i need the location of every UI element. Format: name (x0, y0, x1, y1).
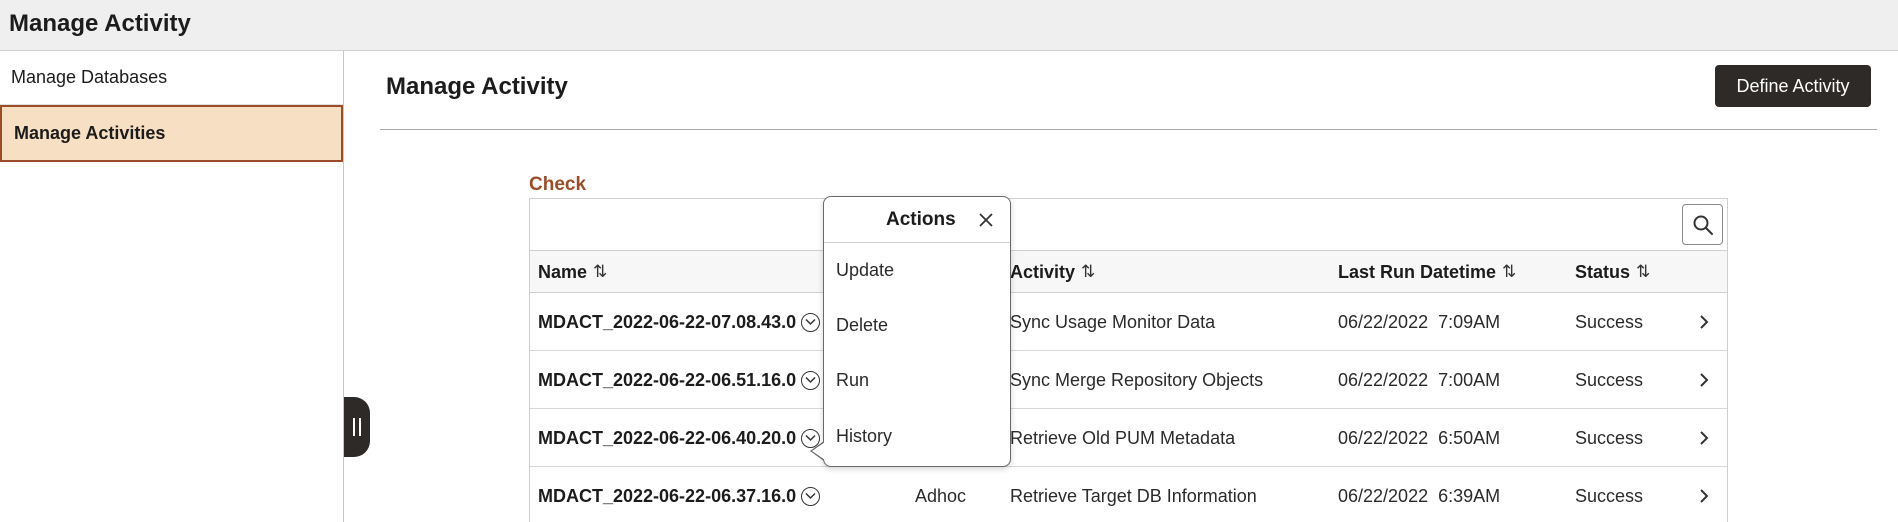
chevron-right-icon (1700, 315, 1709, 329)
last-run-datetime: 06/22/2022 7:09AM (1338, 311, 1501, 332)
page-title: Manage Activity (386, 73, 568, 100)
drag-handle-icon (353, 418, 355, 436)
table-row[interactable]: MDACT_2022-06-22-06.51.16.0 Sync Merge R… (530, 351, 1727, 409)
last-run-datetime: 06/22/2022 7:00AM (1338, 369, 1501, 390)
sort-icon: ⇅ (1502, 262, 1517, 281)
activity-name: MDACT_2022-06-22-07.08.43.0 (538, 311, 797, 332)
action-history[interactable]: History (836, 426, 892, 447)
column-header-status[interactable]: Status ⇅ (1575, 251, 1650, 293)
divider (380, 129, 1877, 130)
grid-section-label: Check (529, 174, 587, 195)
last-run-datetime: 06/22/2022 6:50AM (1338, 427, 1501, 448)
grid-header: Name ⇅ Activity ⇅ Last Run Datetime ⇅ Statu… (530, 251, 1727, 293)
activity-description: Retrieve Old PUM Metadata (1010, 427, 1236, 448)
column-header-name[interactable]: Name ⇅ (538, 251, 607, 293)
close-button[interactable] (976, 210, 996, 230)
sidebar-item-manage-activities[interactable]: Manage Activities (0, 105, 343, 162)
table-row[interactable]: MDACT_2022-06-22-06.40.20.0 Retrieve Old… (530, 409, 1727, 467)
app-title: Manage Activity (9, 10, 191, 37)
status-text: Success (1575, 369, 1644, 390)
column-header-activity[interactable]: Activity ⇅ (1010, 251, 1095, 293)
row-actions-button[interactable] (801, 370, 821, 390)
status-text: Success (1575, 311, 1644, 332)
sidebar-item-manage-databases[interactable]: Manage Databases (0, 51, 343, 105)
activity-grid: Name ⇅ Activity ⇅ Last Run Datetime ⇅ Statu… (529, 198, 1728, 522)
chevron-down-icon (805, 492, 816, 500)
action-delete[interactable]: Delete (836, 315, 888, 336)
last-run-datetime: 06/22/2022 6:39AM (1338, 485, 1501, 506)
row-detail-button[interactable] (1691, 309, 1717, 335)
actions-popup: Actions Update Delete Run History (823, 196, 1011, 467)
table-row[interactable]: MDACT_2022-06-22-07.08.43.0 Sync Usage M… (530, 293, 1727, 351)
chevron-down-icon (805, 318, 816, 326)
activity-description: Sync Usage Monitor Data (1010, 311, 1216, 332)
row-detail-button[interactable] (1691, 425, 1717, 451)
activity-description: Retrieve Target DB Information (1010, 485, 1257, 506)
action-run[interactable]: Run (836, 370, 869, 391)
column-header-last-run-datetime[interactable]: Last Run Datetime ⇅ (1338, 251, 1516, 293)
chevron-down-icon (805, 376, 816, 384)
row-actions-button[interactable] (801, 312, 821, 332)
search-button[interactable] (1682, 204, 1723, 245)
action-update[interactable]: Update (836, 260, 894, 281)
search-icon (1693, 215, 1713, 235)
sort-icon: ⇅ (1636, 262, 1651, 281)
activity-name: MDACT_2022-06-22-06.51.16.0 (538, 369, 797, 390)
app-header: Manage Activity (0, 0, 1898, 51)
sort-icon: ⇅ (593, 262, 608, 281)
sidebar-collapse-handle[interactable] (344, 397, 370, 457)
activity-type: Adhoc (915, 485, 967, 506)
activity-description: Sync Merge Repository Objects (1010, 369, 1264, 390)
popup-title: Actions (886, 209, 956, 230)
row-actions-button[interactable] (801, 486, 821, 506)
chevron-right-icon (1700, 431, 1709, 445)
status-text: Success (1575, 485, 1644, 506)
sidebar: Manage Databases Manage Activities (0, 51, 344, 522)
row-detail-button[interactable] (1691, 367, 1717, 393)
status-text: Success (1575, 427, 1644, 448)
table-row[interactable]: MDACT_2022-06-22-06.37.16.0 Adhoc Retrie… (530, 467, 1727, 522)
popup-header: Actions (824, 197, 1010, 243)
activity-name: MDACT_2022-06-22-06.37.16.0 (538, 485, 797, 506)
row-detail-button[interactable] (1691, 483, 1717, 509)
close-icon (979, 213, 993, 227)
activity-name: MDACT_2022-06-22-06.40.20.0 (538, 427, 797, 448)
chevron-right-icon (1700, 373, 1709, 387)
sort-icon: ⇅ (1081, 262, 1096, 281)
define-activity-button[interactable]: Define Activity (1715, 65, 1871, 107)
grid-toolbar (530, 199, 1727, 251)
chevron-right-icon (1700, 489, 1709, 503)
